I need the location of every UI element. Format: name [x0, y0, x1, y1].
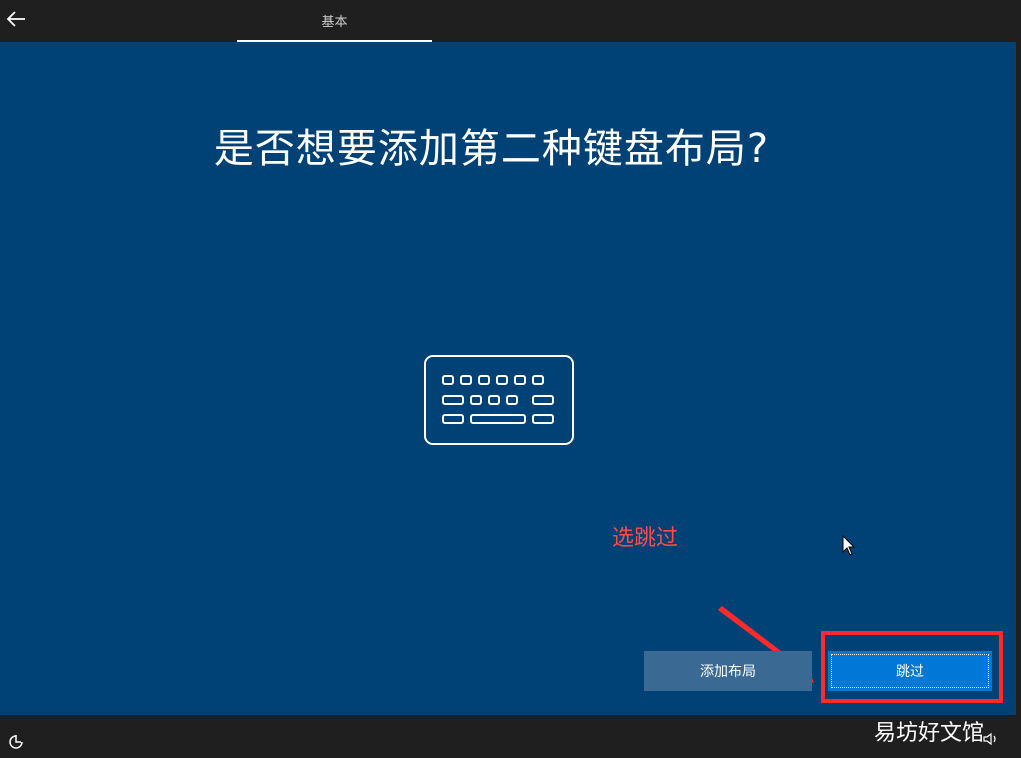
tab-label: 基本 [321, 15, 348, 30]
top-bar: 基本 [0, 0, 1021, 42]
back-button[interactable] [4, 6, 30, 32]
page-title: 是否想要添加第二种键盘布局? [213, 126, 770, 172]
back-arrow-icon [6, 11, 25, 27]
watermark: 易坊好文馆 [874, 721, 985, 746]
setup-panel: 是否想要添加第二种键盘布局? 选跳过 添加布局 跳过 [0, 42, 1016, 715]
volume-icon[interactable] [983, 732, 999, 746]
tab-basics: 基本 [237, 0, 432, 42]
keyboard-icon [424, 355, 574, 445]
bottom-bar: 易坊好文馆 [0, 715, 1021, 758]
annotation-label: 选跳过 [612, 526, 679, 551]
skip-highlight-box [821, 631, 1003, 703]
cursor-icon [842, 535, 856, 556]
right-edge [1016, 42, 1021, 715]
add-layout-button[interactable]: 添加布局 [644, 651, 812, 691]
accessibility-icon[interactable] [6, 731, 26, 751]
